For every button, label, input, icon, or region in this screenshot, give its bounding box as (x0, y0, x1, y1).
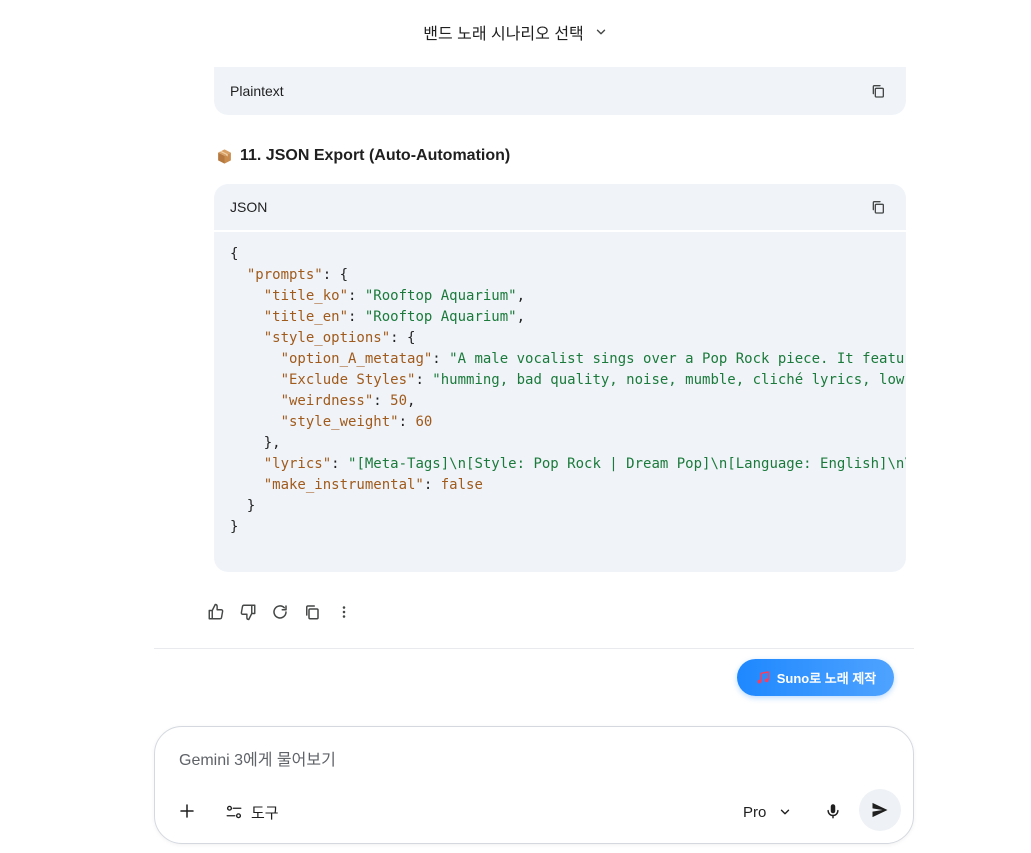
conversation-title: 밴드 노래 시나리오 선택 (423, 26, 584, 43)
model-label: Pro (743, 803, 767, 821)
copy-icon (872, 201, 884, 214)
tools-icon (226, 805, 242, 819)
code-line: }, (263, 435, 281, 451)
json-string: "humming, bad quality, noise, mumble, cl… (432, 372, 905, 388)
json-number: 50 (390, 393, 408, 409)
response-actions (200, 596, 360, 628)
microphone-button[interactable] (819, 797, 847, 825)
thumbs-down-icon (240, 604, 256, 621)
plus-icon (180, 804, 194, 818)
copy-response-button[interactable] (296, 596, 328, 628)
code-line: { (230, 246, 239, 262)
code-block-header: Plaintext (214, 67, 906, 115)
json-boolean: false (440, 477, 483, 493)
copy-icon (306, 605, 319, 620)
more-options-button[interactable] (328, 596, 360, 628)
json-key: "title_ko" (263, 288, 349, 304)
regenerate-icon (273, 605, 287, 619)
prompt-composer: 도구 Pro (154, 726, 914, 844)
suno-create-song-button[interactable]: Suno로 노래 제작 (737, 659, 894, 696)
json-key: "weirdness" (280, 393, 374, 409)
code-punct: : { (390, 330, 416, 346)
package-box-icon (218, 148, 231, 164)
chevron-down-icon (596, 29, 605, 35)
json-key: "lyrics" (263, 456, 332, 472)
tools-label: 도구 (251, 804, 279, 822)
json-string: "[Meta-Tags]\n[Style: Pop Rock | Dream P… (348, 456, 906, 472)
more-vert-icon (342, 606, 346, 618)
json-key: "Exclude Styles" (280, 372, 416, 388)
prompt-input[interactable] (179, 749, 879, 773)
thumbs-up-icon (208, 603, 224, 620)
mic-icon (827, 804, 839, 819)
section-heading: 11. JSON Export (Auto-Automation) (216, 144, 510, 168)
tools-button[interactable]: 도구 (225, 798, 279, 826)
thumbs-up-button[interactable] (200, 596, 232, 628)
json-key: "style_weight" (280, 414, 399, 430)
code-line: } (230, 519, 239, 535)
suno-button-label: Suno로 노래 제작 (776, 671, 877, 686)
conversation-title-dropdown[interactable]: 밴드 노래 시나리오 선택 (423, 20, 608, 44)
code-language-label: JSON (230, 199, 268, 215)
divider (154, 648, 914, 649)
json-key: "title_en" (263, 309, 349, 325)
json-key: "make_instrumental" (263, 477, 424, 493)
json-string: "Rooftop Aquarium" (364, 309, 517, 325)
copy-code-button[interactable] (866, 195, 890, 219)
send-icon (872, 802, 888, 818)
copy-code-button[interactable] (866, 79, 890, 103)
section-heading-text: 11. JSON Export (Auto-Automation) (240, 147, 511, 164)
music-note-icon (757, 670, 769, 684)
code-content: { "prompts": { "title_ko": "Rooftop Aqua… (214, 232, 906, 538)
top-bar: 밴드 노래 시나리오 선택 (0, 14, 1031, 50)
json-key: "style_options" (263, 330, 391, 346)
copy-icon (872, 85, 884, 98)
json-key: "option_A_metatag" (280, 351, 433, 367)
code-block-header: JSON (214, 184, 906, 232)
json-string: "Rooftop Aquarium" (364, 288, 517, 304)
thumbs-down-button[interactable] (232, 596, 264, 628)
json-code-block: JSON { "prompts": { "title_ko": "Rooftop… (214, 184, 906, 572)
add-attachment-button[interactable] (173, 797, 201, 825)
send-button[interactable] (859, 789, 901, 831)
code-punct: : { (322, 267, 349, 283)
plaintext-code-block: Plaintext (214, 67, 906, 115)
chevron-down-icon (781, 809, 790, 815)
code-language-label: Plaintext (230, 83, 284, 99)
json-key: "prompts" (246, 267, 323, 283)
regenerate-button[interactable] (264, 596, 296, 628)
json-number: 60 (415, 414, 433, 430)
json-string: "A male vocalist sings over a Pop Rock p… (449, 351, 905, 367)
code-line: } (246, 498, 256, 514)
model-selector[interactable]: Pro (743, 798, 792, 826)
